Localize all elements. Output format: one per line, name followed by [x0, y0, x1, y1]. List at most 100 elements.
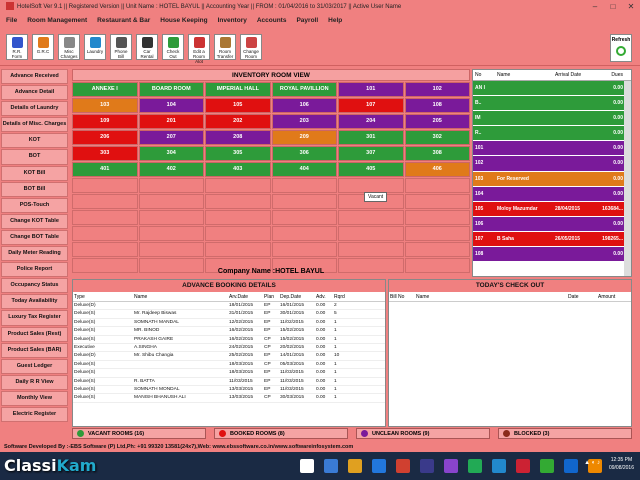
nav-occupancy-status[interactable]: Occupancy Status — [1, 278, 68, 294]
room-cell[interactable]: 206 — [72, 130, 138, 145]
table-row[interactable]: Deluxe(S) 18/03/2015 EP 11/03/2015 0.00 1 — [73, 369, 385, 378]
room-cell[interactable]: 305 — [205, 146, 271, 161]
room-list-row[interactable]: 106 0.00 — [473, 216, 631, 232]
nav-electric-register[interactable]: Electric Register — [1, 406, 68, 423]
room-cell[interactable]: 202 — [205, 114, 271, 129]
toolbar-r-r-form-button[interactable]: R.R. Form — [6, 34, 28, 60]
nav-product-sales-rest-[interactable]: Product Sales (Rest) — [1, 326, 68, 342]
room-cell[interactable]: 303 — [72, 146, 138, 161]
refresh-button[interactable]: Refresh — [610, 34, 632, 62]
nav-kot[interactable]: KOT — [1, 133, 68, 149]
room-cell[interactable]: 207 — [138, 130, 204, 145]
taskbar-app-icon[interactable] — [540, 459, 554, 473]
room-cell[interactable]: BOARD ROOM — [138, 82, 204, 97]
minimize-icon[interactable]: – — [586, 0, 604, 14]
nav-guest-ledger[interactable]: Guest Ledger — [1, 358, 68, 374]
nav-monthly-view[interactable]: Monthly View — [1, 390, 68, 406]
nav-bot[interactable]: BOT — [1, 149, 68, 165]
room-cell[interactable]: 209 — [271, 130, 337, 145]
menu-restaurant-bar[interactable]: Restaurant & Bar — [97, 14, 150, 28]
room-list-row[interactable]: B.. 0.00 — [473, 96, 631, 112]
room-list-row[interactable]: 104 0.00 — [473, 186, 631, 202]
room-cell[interactable]: 308 — [404, 146, 470, 161]
menu-room-management[interactable]: Room Management — [27, 14, 87, 28]
table-row[interactable]: Deluxe(S) SOMNATH MANDAL 12/02/2015 EP 11/02… — [73, 319, 385, 328]
menu-payroll[interactable]: Payroll — [296, 14, 318, 28]
room-list-row[interactable]: 105 Moloy Mazumdar 28/04/2015 163684... — [473, 201, 631, 217]
system-tray[interactable]: ▲ ◐ ♪ — [584, 460, 600, 466]
room-cell[interactable]: 103 — [72, 98, 138, 113]
menu-file[interactable]: File — [6, 14, 17, 28]
table-row[interactable]: Deluxe(S) R. BATTA 11/03/2015 EP 11/03/2015 0… — [73, 378, 385, 386]
toolbar-change-room-button[interactable]: Change Room — [240, 34, 262, 60]
room-cell[interactable]: 405 — [338, 162, 404, 177]
nav-daily-r-r-view[interactable]: Daily R R View — [1, 374, 68, 390]
menu-help[interactable]: Help — [328, 14, 342, 28]
nav-change-bot-table[interactable]: Change BOT Table — [1, 229, 68, 246]
room-cell[interactable]: 102 — [404, 82, 470, 97]
table-row[interactable]: Executive A.SINGHA 24/02/2015 CP 20/02/2015 0… — [73, 344, 385, 353]
menu-accounts[interactable]: Accounts — [257, 14, 287, 28]
toolbar-edit-a-room-alot-button[interactable]: Edit a Room Alot — [188, 34, 210, 64]
nav-advance-received[interactable]: Advance Received — [1, 69, 68, 85]
room-cell[interactable]: 302 — [404, 130, 470, 145]
room-cell[interactable]: 304 — [138, 146, 204, 161]
room-cell[interactable]: 205 — [404, 114, 470, 129]
nav-advance-detail[interactable]: Advance Detail — [1, 85, 68, 101]
room-cell[interactable]: 106 — [271, 98, 337, 113]
room-cell[interactable]: 201 — [138, 114, 204, 129]
taskbar-app-icon[interactable] — [468, 459, 482, 473]
nav-bot-bill[interactable]: BOT Bill — [1, 181, 68, 197]
room-cell[interactable]: 203 — [271, 114, 337, 129]
nav-daily-meter-reading[interactable]: Daily Meter Reading — [1, 246, 68, 262]
table-row[interactable]: Deluxe(S) PRAKASH GAIRE 16/02/2015 CP 15/02/… — [73, 336, 385, 344]
taskbar-app-icon[interactable] — [444, 459, 458, 473]
room-list-scrollbar[interactable] — [624, 81, 631, 276]
room-list-row[interactable]: 102 0.00 — [473, 156, 631, 172]
room-cell[interactable]: 109 — [72, 114, 138, 129]
table-row[interactable]: Deluxe(S) 18/03/2015 CP 05/03/2015 0.00 1 — [73, 361, 385, 370]
room-cell[interactable]: 403 — [205, 162, 271, 177]
legend-item[interactable]: BOOKED ROOMS (8) — [214, 428, 348, 439]
table-row[interactable]: Deluxe(S) MANISH BHANUSH ALI 13/03/2015 CP 3… — [73, 394, 385, 403]
menu-house-keeping[interactable]: House Keeping — [160, 14, 207, 28]
legend-item[interactable]: VACANT ROOMS (16) — [72, 428, 206, 439]
room-cell[interactable]: 204 — [338, 114, 404, 129]
close-icon[interactable]: ✕ — [622, 0, 640, 14]
room-cell[interactable]: 404 — [271, 162, 337, 177]
taskbar-app-icon[interactable] — [420, 459, 434, 473]
room-cell[interactable]: 101 — [338, 82, 404, 97]
menu-inventory[interactable]: Inventory — [218, 14, 247, 28]
nav-product-sales-bar-[interactable]: Product Sales (BAR) — [1, 342, 68, 358]
toolbar-check-out-button[interactable]: Check Out — [162, 34, 184, 60]
room-cell[interactable]: ROYAL PAVILLION — [271, 82, 337, 97]
legend-item[interactable]: BLOCKED (3) — [498, 428, 632, 439]
room-list-row[interactable]: R.. 0.00 — [473, 126, 631, 142]
table-row[interactable]: Deluxe(S) Mr. Rajdeep Biswas 31/01/2015 EP 3… — [73, 310, 385, 319]
table-row[interactable]: Deluxe(D) Mr. Shibu Changia 25/02/2015 EP 14… — [73, 352, 385, 361]
table-row[interactable]: Deluxe(S) SOMNATH MONDAL 13/03/2015 EP 11/03… — [73, 386, 385, 395]
room-cell[interactable]: 401 — [72, 162, 138, 177]
room-list-row[interactable]: 103 For Reserved 0.00 — [473, 171, 631, 187]
toolbar-misc-charges-button[interactable]: Misc Charges — [58, 34, 80, 60]
nav-details-of-misc-charges[interactable]: Details of Misc. Charges — [1, 117, 68, 133]
room-cell[interactable]: 107 — [338, 98, 404, 113]
taskbar-app-icon[interactable] — [324, 459, 338, 473]
nav-kot-bill[interactable]: KOT Bill — [1, 165, 68, 181]
room-list-row[interactable]: 108 0.00 — [473, 247, 631, 263]
room-cell[interactable]: 307 — [338, 146, 404, 161]
nav-details-of-laundry[interactable]: Details of Laundry — [1, 101, 68, 117]
nav-today-availability[interactable]: Today Availability — [1, 294, 68, 310]
room-cell[interactable]: 402 — [138, 162, 204, 177]
room-cell[interactable]: 108 — [404, 98, 470, 113]
nav-police-report[interactable]: Police Report — [1, 262, 68, 278]
room-cell[interactable]: ANNEXE I — [72, 82, 138, 97]
taskbar-app-icon[interactable] — [348, 459, 362, 473]
room-cell[interactable]: 104 — [138, 98, 204, 113]
toolbar-g-r-c-button[interactable]: G.R.C — [32, 34, 54, 60]
table-row[interactable]: Deluxe(S) MR. BINOD 16/02/2015 EP 15/02/2015… — [73, 327, 385, 336]
room-cell[interactable]: 306 — [271, 146, 337, 161]
room-list-row[interactable]: 101 0.00 — [473, 141, 631, 157]
start-icon[interactable] — [300, 459, 314, 473]
maximize-icon[interactable]: □ — [604, 0, 622, 14]
